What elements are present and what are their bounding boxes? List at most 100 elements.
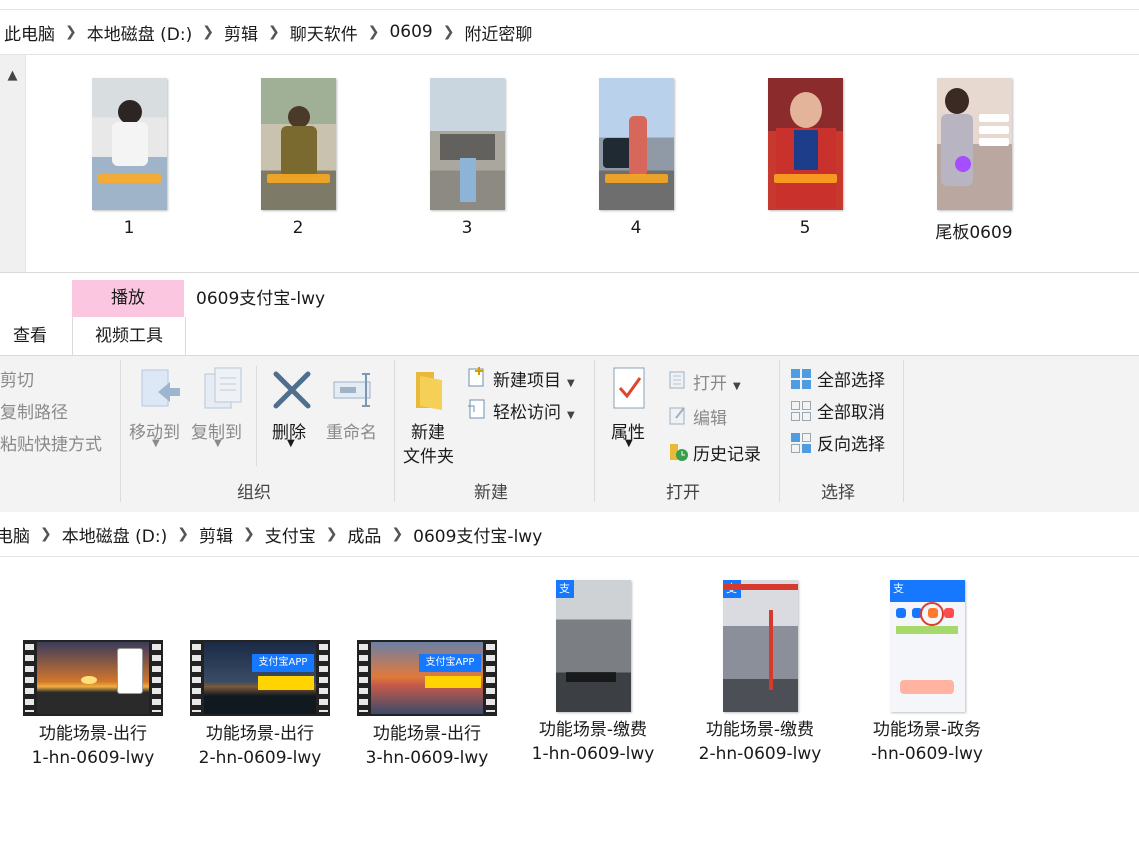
chevron-right-icon[interactable]: ❯ (237, 526, 261, 542)
invert-selection-icon[interactable] (790, 432, 812, 454)
chevron-right-icon[interactable]: ❯ (262, 24, 286, 40)
chevron-right-icon[interactable]: ❯ (437, 24, 461, 40)
edit-icon[interactable] (668, 404, 688, 426)
top-address-bar[interactable]: 此电脑 ❯ 本地磁盘 (D:) ❯ 剪辑 ❯ 聊天软件 ❯ 0609 ❯ 附近密… (0, 10, 1139, 55)
chevron-right-icon[interactable]: ❯ (59, 24, 83, 40)
file-name-line2: 2-hn-0609-lwy (698, 744, 822, 764)
rename-icon[interactable] (332, 370, 376, 410)
move-to-icon[interactable] (140, 368, 182, 412)
breadcrumb-alipay[interactable]: 支付宝 (261, 522, 320, 547)
tab-play[interactable]: 播放 (72, 280, 184, 317)
breadcrumb-finished[interactable]: 成品 (343, 522, 385, 547)
file-item-payment-1[interactable]: 支 功能场景-缴费 1-hn-0609-lwy (513, 580, 673, 766)
window-title: 0609支付宝-lwy (196, 289, 326, 309)
edit-button[interactable]: 编辑 (693, 404, 727, 429)
tab-view[interactable]: 查看 (0, 317, 60, 355)
select-all-icon[interactable] (790, 368, 812, 390)
easy-access-icon[interactable] (466, 398, 488, 420)
file-item-payment-2[interactable]: 支 功能场景-缴费 2-hn-0609-lwy (680, 580, 840, 766)
chevron-right-icon[interactable]: ❯ (171, 526, 195, 542)
open-icon[interactable] (668, 370, 688, 390)
file-item-travel-1[interactable]: 功能场景-出行 1-hn-0609-lwy (13, 640, 173, 770)
chevron-down-icon[interactable]: ▼ (625, 438, 633, 449)
cut-button[interactable]: 剪切 (0, 366, 34, 391)
file-item-travel-3[interactable]: 支付宝APP 功能场景-出行 3-hn-0609-lwy (347, 640, 507, 770)
chevron-down-icon[interactable]: ▼ (567, 378, 575, 389)
chevron-down-icon[interactable]: ▼ (567, 410, 575, 421)
new-item-button[interactable]: 新建项目 ▼ (493, 366, 575, 391)
overlay-title: 支付宝APP (419, 654, 481, 672)
group-divider (903, 360, 904, 502)
properties-check-icon[interactable] (612, 366, 648, 412)
video-thumbnail (767, 78, 843, 210)
scroll-up-arrow-icon[interactable]: ▲ (0, 61, 25, 91)
chevron-down-icon[interactable]: ▼ (152, 438, 160, 449)
group-divider (120, 360, 121, 502)
group-label-select: 选择 (821, 483, 855, 503)
breadcrumb-chat-software[interactable]: 聊天软件 (286, 20, 362, 45)
new-folder-label-line2[interactable]: 文件夹 (403, 442, 454, 467)
breadcrumb-0609[interactable]: 0609 (385, 22, 436, 42)
breadcrumb-local-disk[interactable]: 本地磁盘 (D:) (58, 522, 172, 547)
copy-path-button[interactable]: 复制路径 (0, 398, 68, 423)
file-item-video-2[interactable]: 2 (228, 78, 368, 238)
video-thumbnail: 支 (722, 580, 798, 712)
file-item-travel-2[interactable]: 支付宝APP 功能场景-出行 2-hn-0609-lwy (180, 640, 340, 770)
file-name: 5 (799, 218, 811, 238)
new-folder-icon[interactable] (412, 368, 446, 412)
video-film-thumbnail: 支付宝APP (190, 640, 330, 716)
file-item-government[interactable]: 支 功能场景-政务 -hn-0609-lwy (847, 580, 1007, 766)
chevron-down-icon[interactable]: ▼ (287, 438, 295, 449)
chevron-down-icon[interactable]: ▼ (733, 381, 741, 392)
breadcrumb-edit[interactable]: 剪辑 (220, 20, 262, 45)
delete-x-icon[interactable] (272, 370, 312, 410)
file-item-video-ending[interactable]: 尾板0609 (904, 78, 1044, 243)
new-item-label[interactable]: 新建项目 (493, 371, 561, 391)
group-divider (779, 360, 780, 502)
new-item-icon[interactable] (466, 366, 488, 388)
chevron-right-icon[interactable]: ❯ (196, 24, 220, 40)
history-button[interactable]: 历史记录 (693, 440, 761, 465)
tab-video-tools[interactable]: 视频工具 (72, 317, 186, 355)
overlay-title: 支付宝APP (252, 654, 314, 672)
history-icon[interactable] (668, 440, 690, 462)
file-name: 尾板0609 (935, 223, 1013, 243)
copy-to-icon[interactable] (203, 366, 245, 412)
file-name-line2: 1-hn-0609-lwy (531, 744, 655, 764)
easy-access-label[interactable]: 轻松访问 (493, 403, 561, 423)
breadcrumb-nearby-chat[interactable]: 附近密聊 (460, 20, 536, 45)
file-item-video-3[interactable]: 3 (397, 78, 537, 238)
file-item-video-5[interactable]: 5 (735, 78, 875, 238)
rename-button[interactable]: 重命名 (326, 418, 377, 443)
bottom-address-bar[interactable]: 电脑 ❯ 本地磁盘 (D:) ❯ 剪辑 ❯ 支付宝 ❯ 成品 ❯ 0609支付宝… (0, 512, 1139, 557)
paste-shortcut-button[interactable]: 粘贴快捷方式 (0, 430, 102, 455)
chevron-down-icon[interactable]: ▼ (214, 438, 222, 449)
group-divider (394, 360, 395, 502)
file-item-video-1[interactable]: 1 (59, 78, 199, 238)
open-button[interactable]: 打开 ▼ (693, 369, 741, 394)
breadcrumb-local-disk[interactable]: 本地磁盘 (D:) (83, 20, 197, 45)
file-name-line1: 功能场景-出行 (38, 724, 148, 744)
invert-selection-button[interactable]: 反向选择 (817, 430, 885, 455)
open-label[interactable]: 打开 (693, 374, 727, 394)
file-name-line2: 2-hn-0609-lwy (198, 748, 322, 768)
breadcrumb-edit[interactable]: 剪辑 (195, 522, 237, 547)
new-folder-label-line1[interactable]: 新建 (411, 418, 445, 443)
alipay-logo-icon: 支 (555, 580, 574, 598)
group-label-open: 打开 (666, 483, 700, 503)
select-none-button[interactable]: 全部取消 (817, 398, 885, 423)
chevron-right-icon[interactable]: ❯ (320, 526, 344, 542)
chevron-right-icon[interactable]: ❯ (34, 526, 58, 542)
breadcrumb-this-pc-truncated[interactable]: 电脑 (0, 522, 34, 547)
breadcrumb-current-folder[interactable]: 0609支付宝-lwy (409, 522, 546, 547)
select-all-button[interactable]: 全部选择 (817, 366, 885, 391)
alipay-logo-icon: 支 (889, 580, 908, 598)
file-item-video-4[interactable]: 4 (566, 78, 706, 238)
chevron-right-icon[interactable]: ❯ (385, 526, 409, 542)
easy-access-button[interactable]: 轻松访问 ▼ (493, 398, 575, 423)
file-name-line1: 功能场景-政务 (872, 720, 982, 740)
group-divider (594, 360, 595, 502)
breadcrumb-this-pc[interactable]: 此电脑 (0, 20, 59, 45)
select-none-icon[interactable] (790, 400, 812, 422)
chevron-right-icon[interactable]: ❯ (362, 24, 386, 40)
